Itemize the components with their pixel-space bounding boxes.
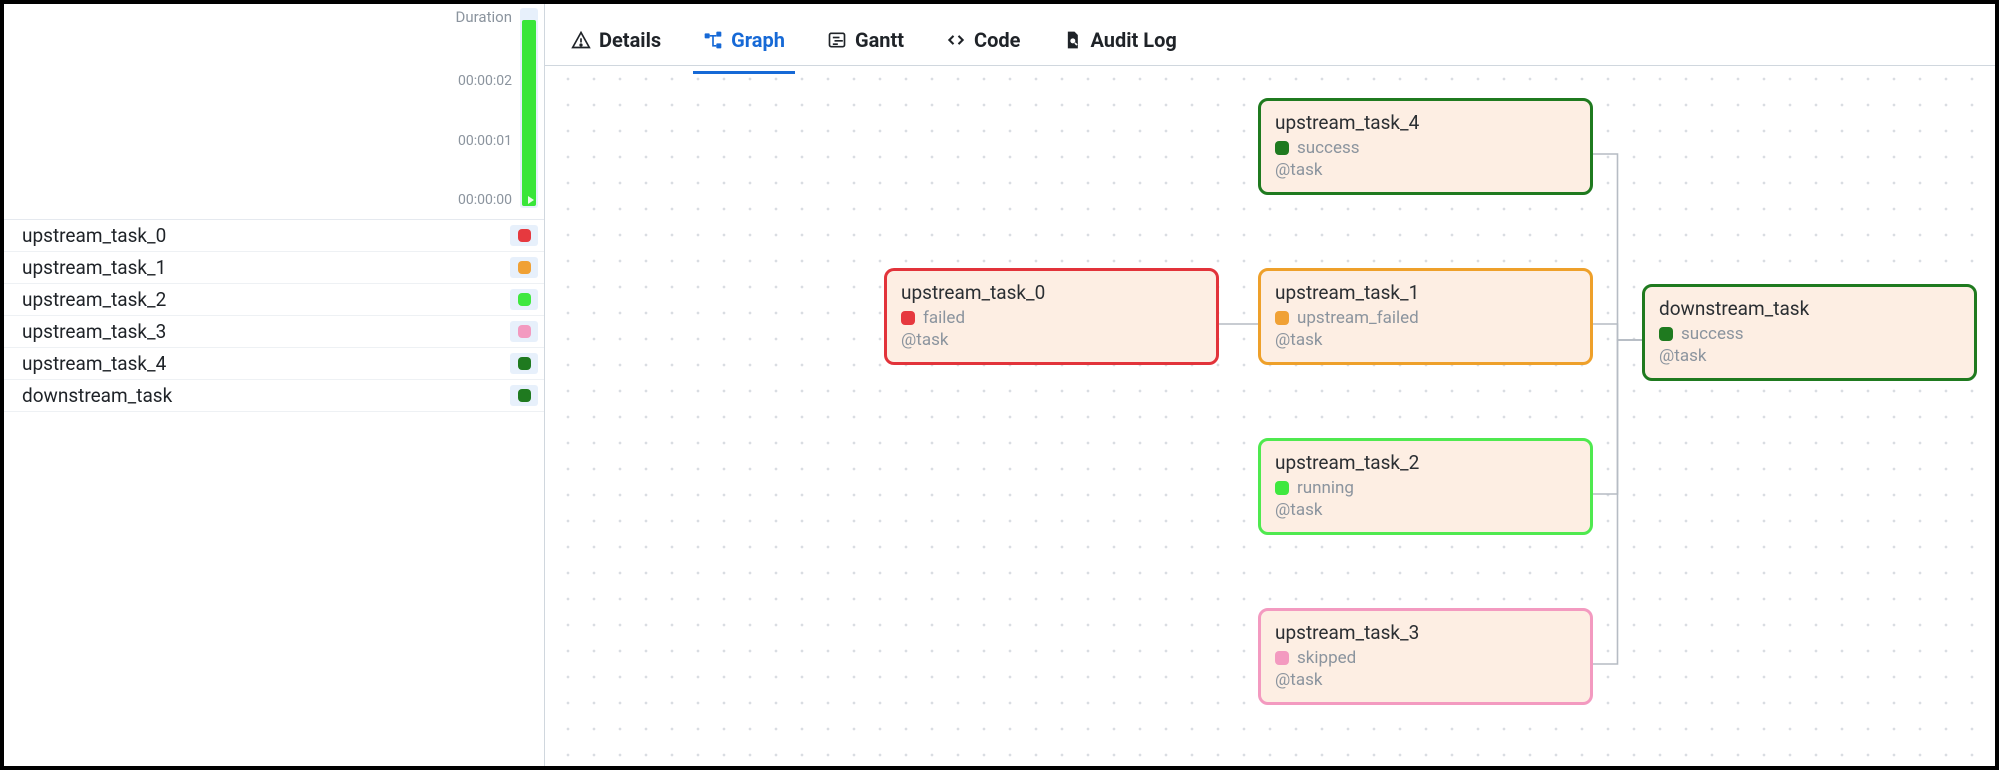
graph-icon [703,30,723,50]
tab-gantt[interactable]: Gantt [823,18,908,62]
status-dot-failed-icon [901,311,915,325]
node-status-row: success [1659,324,1960,344]
duration-axis: Duration 00:00:02 00:00:01 00:00:00 [456,8,512,208]
node-status-row: upstream_failed [1275,308,1576,328]
task-row[interactable]: upstream_task_0 [4,220,544,252]
task-row[interactable]: upstream_task_2 [4,284,544,316]
task-row[interactable]: upstream_task_3 [4,316,544,348]
duration-tick: 00:00:00 [458,192,512,208]
tab-audit_log[interactable]: Audit Log [1058,18,1180,62]
tab-label: Details [599,28,661,52]
duration-tick: 00:00:01 [458,133,512,149]
edge-u1-d [1593,324,1642,340]
status-dot-success-icon [1275,141,1289,155]
status-dot-success-icon [1659,327,1673,341]
sidebar: Duration 00:00:02 00:00:01 00:00:00 upst… [4,4,545,766]
duration-chart: Duration 00:00:02 00:00:01 00:00:00 [4,4,544,219]
duration-tick: 00:00:02 [458,73,512,89]
graph-node-u1[interactable]: upstream_task_1 upstream_failed@task [1258,268,1593,365]
task-status-cell[interactable] [510,353,538,374]
graph-view[interactable]: upstream_task_0failed@taskupstream_task_… [545,66,1995,766]
node-decorator: @task [1659,346,1960,366]
graph-node-u3[interactable]: upstream_task_3skipped@task [1258,608,1593,705]
duration-label: Duration [456,8,512,26]
node-status-text: failed [923,308,965,328]
node-status-text: success [1297,138,1360,158]
duration-bar[interactable] [522,20,536,206]
task-row[interactable]: upstream_task_4 [4,348,544,380]
node-status-row: skipped [1275,648,1576,668]
node-decorator: @task [901,330,1202,350]
node-decorator: @task [1275,670,1576,690]
node-decorator: @task [1275,330,1576,350]
tabs: Details Graph Gantt Code Audit Log [545,4,1995,66]
status-dot-success-icon [518,389,531,402]
status-dot-success-icon [518,357,531,370]
task-name: upstream_task_1 [22,256,166,279]
node-status-text: upstream_failed [1297,308,1419,328]
status-dot-upstream_failed-icon [518,261,531,274]
edge-u3-d [1593,340,1642,664]
task-status-cell[interactable] [510,225,538,246]
task-name: upstream_task_2 [22,288,166,311]
graph-node-u2[interactable]: upstream_task_2running@task [1258,438,1593,535]
task-status-cell[interactable] [510,321,538,342]
task-row[interactable]: downstream_task [4,380,544,412]
node-status-row: running [1275,478,1576,498]
duration-bar-track[interactable] [520,8,538,208]
node-status-text: skipped [1297,648,1356,668]
graph-node-d[interactable]: downstream_tasksuccess@task [1642,284,1977,381]
task-name: upstream_task_0 [22,224,166,247]
task-status-cell[interactable] [510,257,538,278]
task-name: upstream_task_3 [22,320,166,343]
status-dot-skipped-icon [1275,651,1289,665]
node-title: upstream_task_2 [1275,451,1576,474]
task-status-cell[interactable] [510,289,538,310]
status-dot-running-icon [518,293,531,306]
tab-label: Audit Log [1090,28,1176,52]
task-list: upstream_task_0 upstream_task_1 upstream_t… [4,219,544,412]
tab-label: Graph [731,28,785,52]
gantt-icon [827,30,847,50]
edge-u2-d [1593,340,1642,494]
node-title: upstream_task_3 [1275,621,1576,644]
tab-details[interactable]: Details [567,18,665,62]
graph-node-u0[interactable]: upstream_task_0failed@task [884,268,1219,365]
status-dot-failed-icon [518,229,531,242]
task-name: upstream_task_4 [22,352,166,375]
tab-graph[interactable]: Graph [699,18,789,62]
details-icon [571,30,591,50]
node-status-row: success [1275,138,1576,158]
main: Details Graph Gantt Code Audit Log upstream_… [545,4,1995,766]
node-decorator: @task [1275,160,1576,180]
node-title: upstream_task_4 [1275,111,1576,134]
task-status-cell[interactable] [510,385,538,406]
tab-label: Gantt [855,28,904,52]
graph-node-u4[interactable]: upstream_task_4success@task [1258,98,1593,195]
node-title: upstream_task_0 [901,281,1202,304]
status-dot-skipped-icon [518,325,531,338]
node-status-text: success [1681,324,1744,344]
status-dot-running-icon [1275,481,1289,495]
node-title: downstream_task [1659,297,1960,320]
audit_log-icon [1062,30,1082,50]
tab-label: Code [974,28,1020,52]
status-dot-upstream_failed-icon [1275,311,1289,325]
node-decorator: @task [1275,500,1576,520]
tab-code[interactable]: Code [942,18,1024,62]
node-status-row: failed [901,308,1202,328]
code-icon [946,30,966,50]
edge-u4-d [1593,154,1642,340]
task-row[interactable]: upstream_task_1 [4,252,544,284]
node-title: upstream_task_1 [1275,281,1576,304]
task-name: downstream_task [22,384,172,407]
node-status-text: running [1297,478,1354,498]
